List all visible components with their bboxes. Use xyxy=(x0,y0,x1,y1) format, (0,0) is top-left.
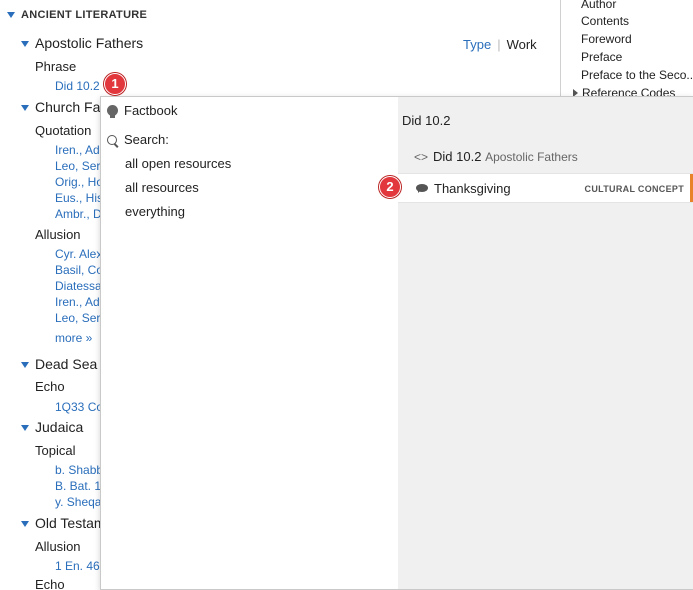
search-option-all-resources[interactable]: all resources xyxy=(125,180,199,195)
search-row: Search: xyxy=(107,132,169,147)
toc-item-contents[interactable]: Contents xyxy=(581,14,629,28)
reference-link[interactable]: Leo, Serr xyxy=(55,311,104,325)
sub-label: Topical xyxy=(35,443,76,458)
factbook-row[interactable]: Factbook xyxy=(107,103,177,118)
reference-link[interactable]: Leo, Ser xyxy=(55,159,100,173)
reference-link[interactable]: 1Q33 Co xyxy=(55,400,103,414)
group-title-judaica[interactable]: Judaica xyxy=(35,419,83,435)
sub-label: Phrase xyxy=(35,59,77,74)
popup-search-pane: Factbook Search: all open resources all … xyxy=(101,97,398,589)
reference-breadcrumb[interactable]: <> Did 10.2 Apostolic Fathers xyxy=(414,149,578,164)
sub-label: Echo xyxy=(35,577,65,590)
toc-item-preface-second[interactable]: Preface to the Seco... xyxy=(581,68,693,82)
sub-label: Allusion xyxy=(35,227,81,242)
collapse-triangle-icon[interactable] xyxy=(21,521,29,527)
collapse-triangle-icon[interactable] xyxy=(21,362,29,368)
code-brackets-icon: <> xyxy=(414,150,429,164)
sub-label: Echo xyxy=(35,379,65,394)
lightbulb-icon xyxy=(107,105,118,118)
toc-item-author[interactable]: Author xyxy=(581,0,616,11)
search-icon xyxy=(107,135,117,145)
more-link[interactable]: more » xyxy=(55,331,92,345)
result-label: Thanksgiving xyxy=(434,181,511,196)
reference-link[interactable]: b. Shabb xyxy=(55,463,103,477)
reference-link[interactable]: Ambr., D xyxy=(55,207,102,221)
search-label: Search: xyxy=(124,132,169,147)
reference-link[interactable]: Iren., Ad xyxy=(55,143,100,157)
sub-label: Allusion xyxy=(35,539,81,554)
result-type-tag: CULTURAL CONCEPT xyxy=(584,184,684,194)
toc-item-preface[interactable]: Preface xyxy=(581,50,622,64)
reference-link[interactable]: B. Bat. 1( xyxy=(55,479,105,493)
type-work-toggle: Type | Work xyxy=(463,37,537,52)
group-title-apostolic-fathers[interactable]: Apostolic Fathers xyxy=(35,35,143,51)
reference-link[interactable]: 1 En. 46. xyxy=(55,559,103,573)
table-of-contents: Author Contents Foreword Preface Preface… xyxy=(561,0,693,100)
reference-link[interactable]: Iren., Adv xyxy=(55,295,106,309)
reference-link[interactable]: Eus., His xyxy=(55,191,103,205)
collapse-triangle-icon[interactable] xyxy=(21,425,29,431)
callout-badge-2: 2 xyxy=(379,176,401,198)
results-title: Did 10.2 xyxy=(402,113,451,128)
reference-link[interactable]: Did 10.2 xyxy=(55,79,100,93)
speech-bubble-icon xyxy=(416,184,428,193)
collapse-triangle-icon[interactable] xyxy=(21,105,29,111)
reference-link[interactable]: Cyr. Alex xyxy=(55,247,102,261)
reference-link[interactable]: y. Sheqa xyxy=(55,495,101,509)
reference-link[interactable]: Orig., Ho xyxy=(55,175,103,189)
work-link[interactable]: Work xyxy=(507,37,537,52)
result-row-thanksgiving[interactable]: Thanksgiving CULTURAL CONCEPT xyxy=(398,173,693,203)
search-option-everything[interactable]: everything xyxy=(125,204,185,219)
popup-results-pane: Did 10.2 <> Did 10.2 Apostolic Fathers Th… xyxy=(398,97,693,589)
search-option-open-resources[interactable]: all open resources xyxy=(125,156,231,171)
callout-badge-1: 1 xyxy=(104,73,126,95)
factbook-popup: Factbook Search: all open resources all … xyxy=(100,96,693,590)
reference-link[interactable]: Basil, Co xyxy=(55,263,103,277)
section-title: ANCIENT LITERATURE xyxy=(21,9,148,21)
collapse-triangle-icon[interactable] xyxy=(21,41,29,47)
toc-item-foreword[interactable]: Foreword xyxy=(581,32,632,46)
collapse-triangle-icon[interactable] xyxy=(7,12,15,18)
type-link[interactable]: Type xyxy=(463,37,491,52)
reference-link[interactable]: Diatessa xyxy=(55,279,102,293)
factbook-label: Factbook xyxy=(124,103,178,118)
group-title-old-testament[interactable]: Old Testam xyxy=(35,515,106,531)
sub-label: Quotation xyxy=(35,123,92,138)
